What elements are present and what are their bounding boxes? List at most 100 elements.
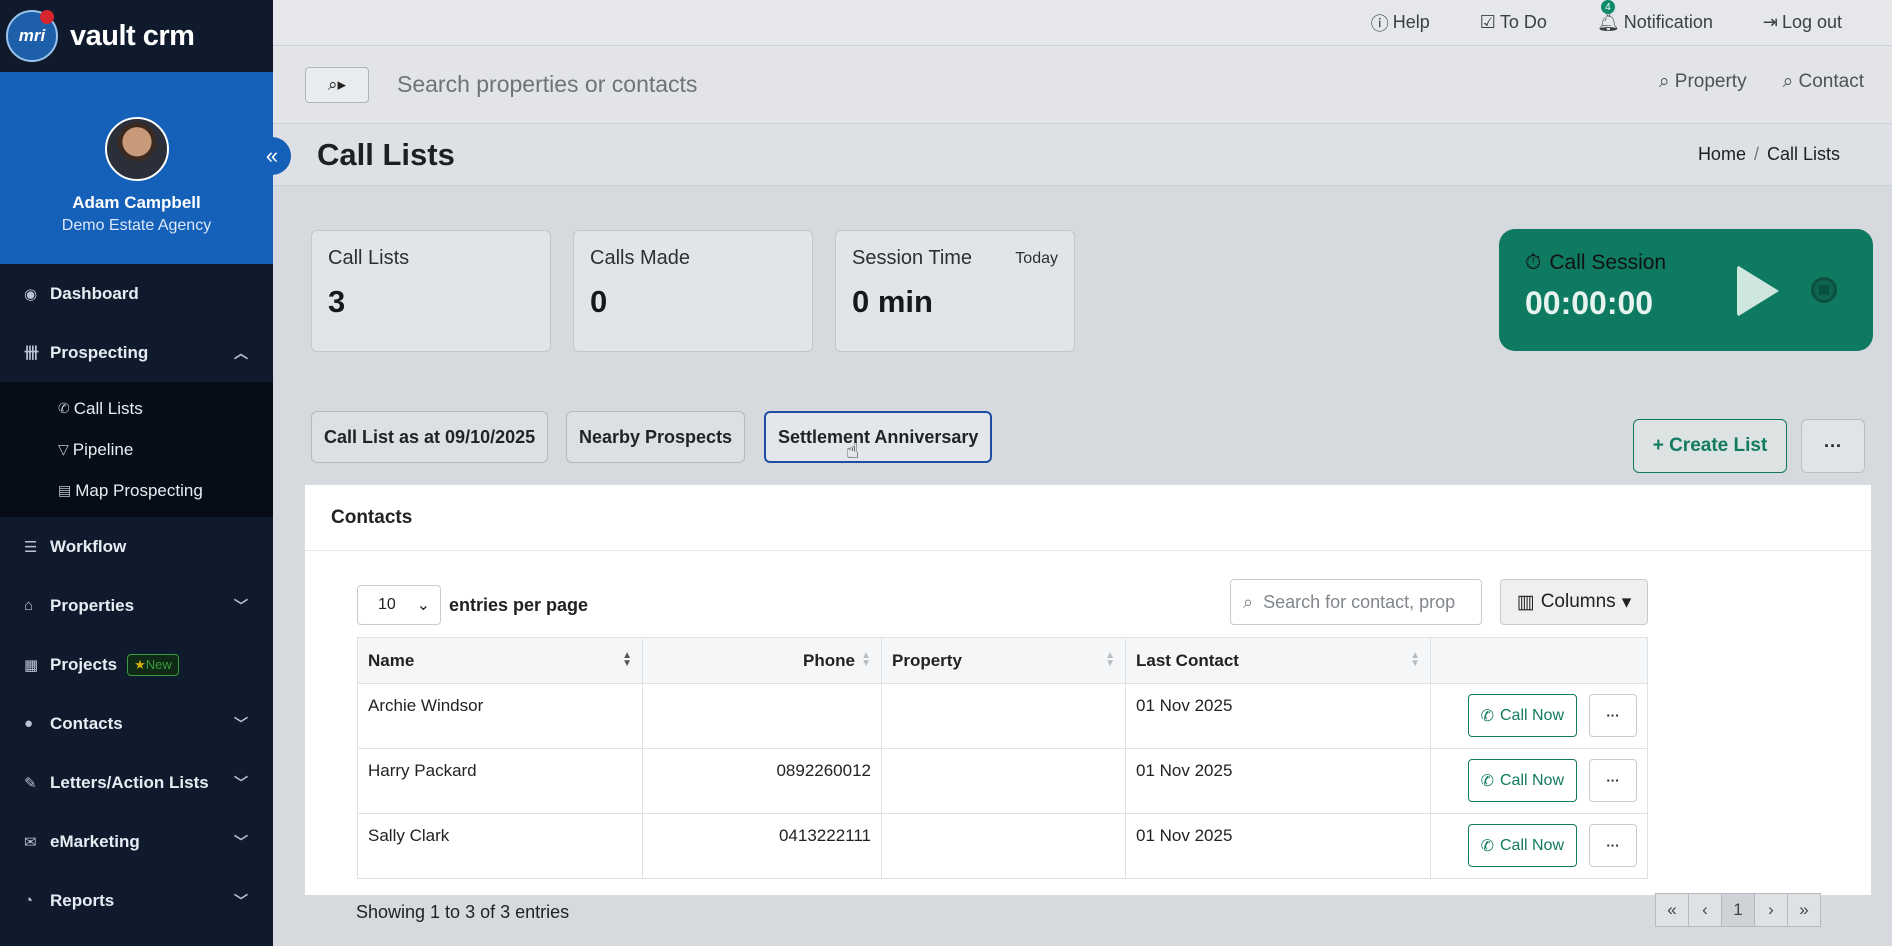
table-row: Harry Packard 0892260012 01 Nov 2025 ✆ Ca… (357, 748, 1648, 814)
row-actions: ✆ Call Now ··· (1441, 759, 1637, 802)
row-actions: ✆ Call Now ··· (1441, 694, 1637, 737)
sidebar-item-contacts[interactable]: ● Contacts ﹀ (0, 694, 273, 753)
row-more-button[interactable]: ··· (1589, 759, 1637, 802)
new-badge: ★New (127, 653, 179, 676)
list-tab-nearby-prospects[interactable]: Nearby Prospects (566, 411, 746, 463)
column-label: Property (892, 650, 962, 670)
search-icon: ⌕▸ (327, 74, 347, 94)
notification-link[interactable]: 4 🔔︎ Notification (1596, 0, 1713, 33)
notification-count: 4 (1600, 0, 1615, 14)
call-now-button[interactable]: ✆ Call Now (1467, 759, 1577, 802)
sidebar-subitem-map-prospecting[interactable]: ▤ Map Prospecting (0, 470, 273, 511)
sidebar-item-label: Properties (50, 595, 135, 615)
sort-icon: ▲ ▼ (1410, 650, 1420, 669)
cell-actions: ✆ Call Now ··· (1430, 683, 1648, 749)
stat-card-session-time: Session Time Today 0 min (835, 230, 1075, 352)
chevron-up-icon: ︿ (234, 344, 248, 361)
logo-text: mri (18, 26, 46, 45)
pager-last[interactable]: » (1787, 893, 1821, 927)
cell-name[interactable]: Archie Windsor (357, 683, 643, 749)
list-tab-call-list[interactable]: Call List as at 09/10/2025 (311, 411, 549, 463)
table-header-row: Name ▲ ▼ Phone ▲ ▼ Property ▲ ▼ Last Contact ▲ ▼ (357, 637, 1648, 684)
search-contact-label: Contact (1798, 71, 1864, 92)
call-now-button[interactable]: ✆ Call Now (1467, 824, 1577, 867)
sidebar-item-label: Contacts (50, 713, 123, 733)
breadcrumb-home[interactable]: Home (1698, 144, 1746, 164)
cell-name[interactable]: Harry Packard (357, 748, 643, 814)
search-property-label: Property (1674, 71, 1747, 92)
sidebar-subitem-call-lists[interactable]: ✆ Call Lists (0, 388, 273, 429)
sidebar-item-label: Projects (50, 654, 118, 674)
row-more-button[interactable]: ··· (1589, 694, 1637, 737)
profile-panel: Adam Campbell Demo Estate Agency « (0, 72, 291, 264)
search-mode-toggle[interactable]: ⌕▸ (305, 66, 369, 103)
create-list-button[interactable]: + Create List (1633, 419, 1787, 473)
table-search-field[interactable]: ⌕ Search for contact, prop (1230, 579, 1482, 625)
double-chevron-left-icon: « (265, 143, 279, 168)
cell-actions: ✆ Call Now ··· (1430, 748, 1648, 814)
sidebar-item-label: Letters/Action Lists (50, 772, 209, 792)
search-contact-link[interactable]: ⌕ Contact (1783, 71, 1864, 93)
list-tab-settlement-anniversary[interactable]: Settlement Anniversary (764, 411, 993, 463)
pager-prev[interactable]: ‹ (1688, 893, 1722, 927)
breadcrumb-current: Call Lists (1766, 144, 1840, 164)
sidebar-item-properties[interactable]: ⌂ Properties ﹀ (0, 576, 273, 635)
pager-page[interactable]: 1 (1721, 893, 1755, 927)
call-now-button[interactable]: ✆ Call Now (1467, 694, 1577, 737)
search-input[interactable] (397, 71, 1297, 98)
profile-name: Adam Campbell (72, 193, 201, 212)
row-more-button[interactable]: ··· (1589, 824, 1637, 867)
cell-property (881, 748, 1126, 814)
column-header-name[interactable]: Name ▲ ▼ (357, 637, 643, 684)
column-header-last-contact[interactable]: Last Contact ▲ ▼ (1125, 637, 1431, 684)
column-label: Name (368, 650, 415, 670)
sidebar-subitem-pipeline[interactable]: ▽ Pipeline (0, 429, 273, 470)
table-search-placeholder: Search for contact, prop (1263, 591, 1456, 612)
column-label: Last Contact (1136, 650, 1239, 670)
sidebar-item-reports[interactable]: ◔ Reports ﹀ (0, 871, 273, 930)
collapse-sidebar-button[interactable]: « (253, 137, 291, 175)
contacts-panel-title: Contacts (305, 485, 1871, 551)
sidebar-item-emarketing[interactable]: ✉ eMarketing ﹀ (0, 812, 273, 871)
more-options-button[interactable]: ··· (1801, 419, 1865, 473)
breadcrumb-separator: / (1753, 144, 1759, 164)
cell-phone (642, 683, 882, 749)
stat-period: Today (1015, 250, 1058, 267)
call-session-widget: ⏱ Call Session 00:00:00 (1499, 229, 1873, 351)
avatar[interactable] (104, 117, 169, 181)
cell-property (881, 683, 1126, 749)
breadcrumb: Home / Call Lists (1698, 144, 1840, 165)
building-icon: ▦ (24, 656, 39, 674)
play-icon[interactable] (1737, 265, 1779, 317)
filter-icon: ▽ (58, 441, 69, 457)
entries-per-page: 10 ⌄ entries per page (357, 585, 588, 625)
todo-link[interactable]: ☑ To Do (1480, 12, 1547, 33)
todo-label: To Do (1499, 12, 1547, 32)
columns-button[interactable]: ▥ Columns ▾ (1500, 579, 1648, 625)
brand[interactable]: mri vault crm (0, 0, 273, 72)
sidebar-item-projects[interactable]: ▦ Projects ★New (0, 635, 273, 694)
stop-icon[interactable] (1811, 277, 1837, 303)
call-now-label: Call Now (1499, 771, 1564, 789)
pager-next[interactable]: › (1754, 893, 1788, 927)
cell-name[interactable]: Sally Clark (357, 813, 643, 879)
bell-icon: 🔔︎ (1596, 12, 1620, 32)
column-header-property[interactable]: Property ▲ ▼ (881, 637, 1126, 684)
logout-icon: ⇥ (1762, 12, 1778, 32)
columns-label: Columns (1540, 591, 1616, 612)
brand-name: vault crm (70, 19, 195, 52)
search-property-link[interactable]: ⌕ Property (1659, 71, 1747, 93)
sidebar-item-prospecting[interactable]: 卌 Prospecting ︿ (0, 323, 273, 382)
logout-link[interactable]: ⇥ Log out (1763, 12, 1842, 33)
logo: mri (6, 10, 58, 62)
sidebar-item-dashboard[interactable]: ◉ Dashboard (0, 264, 273, 323)
sidebar-item-workflow[interactable]: ☰ Workflow (0, 517, 273, 576)
entries-select[interactable]: 10 ⌄ (357, 585, 441, 625)
column-label: Phone (803, 650, 855, 670)
column-header-phone[interactable]: Phone ▲ ▼ (642, 637, 882, 684)
cell-property (881, 813, 1126, 879)
sidebar-item-letters[interactable]: ✎ Letters/Action Lists ﹀ (0, 753, 273, 812)
cell-last-contact: 01 Nov 2025 (1125, 813, 1431, 879)
pager-first[interactable]: « (1655, 893, 1689, 927)
help-link[interactable]: ⓘ Help (1371, 10, 1430, 36)
